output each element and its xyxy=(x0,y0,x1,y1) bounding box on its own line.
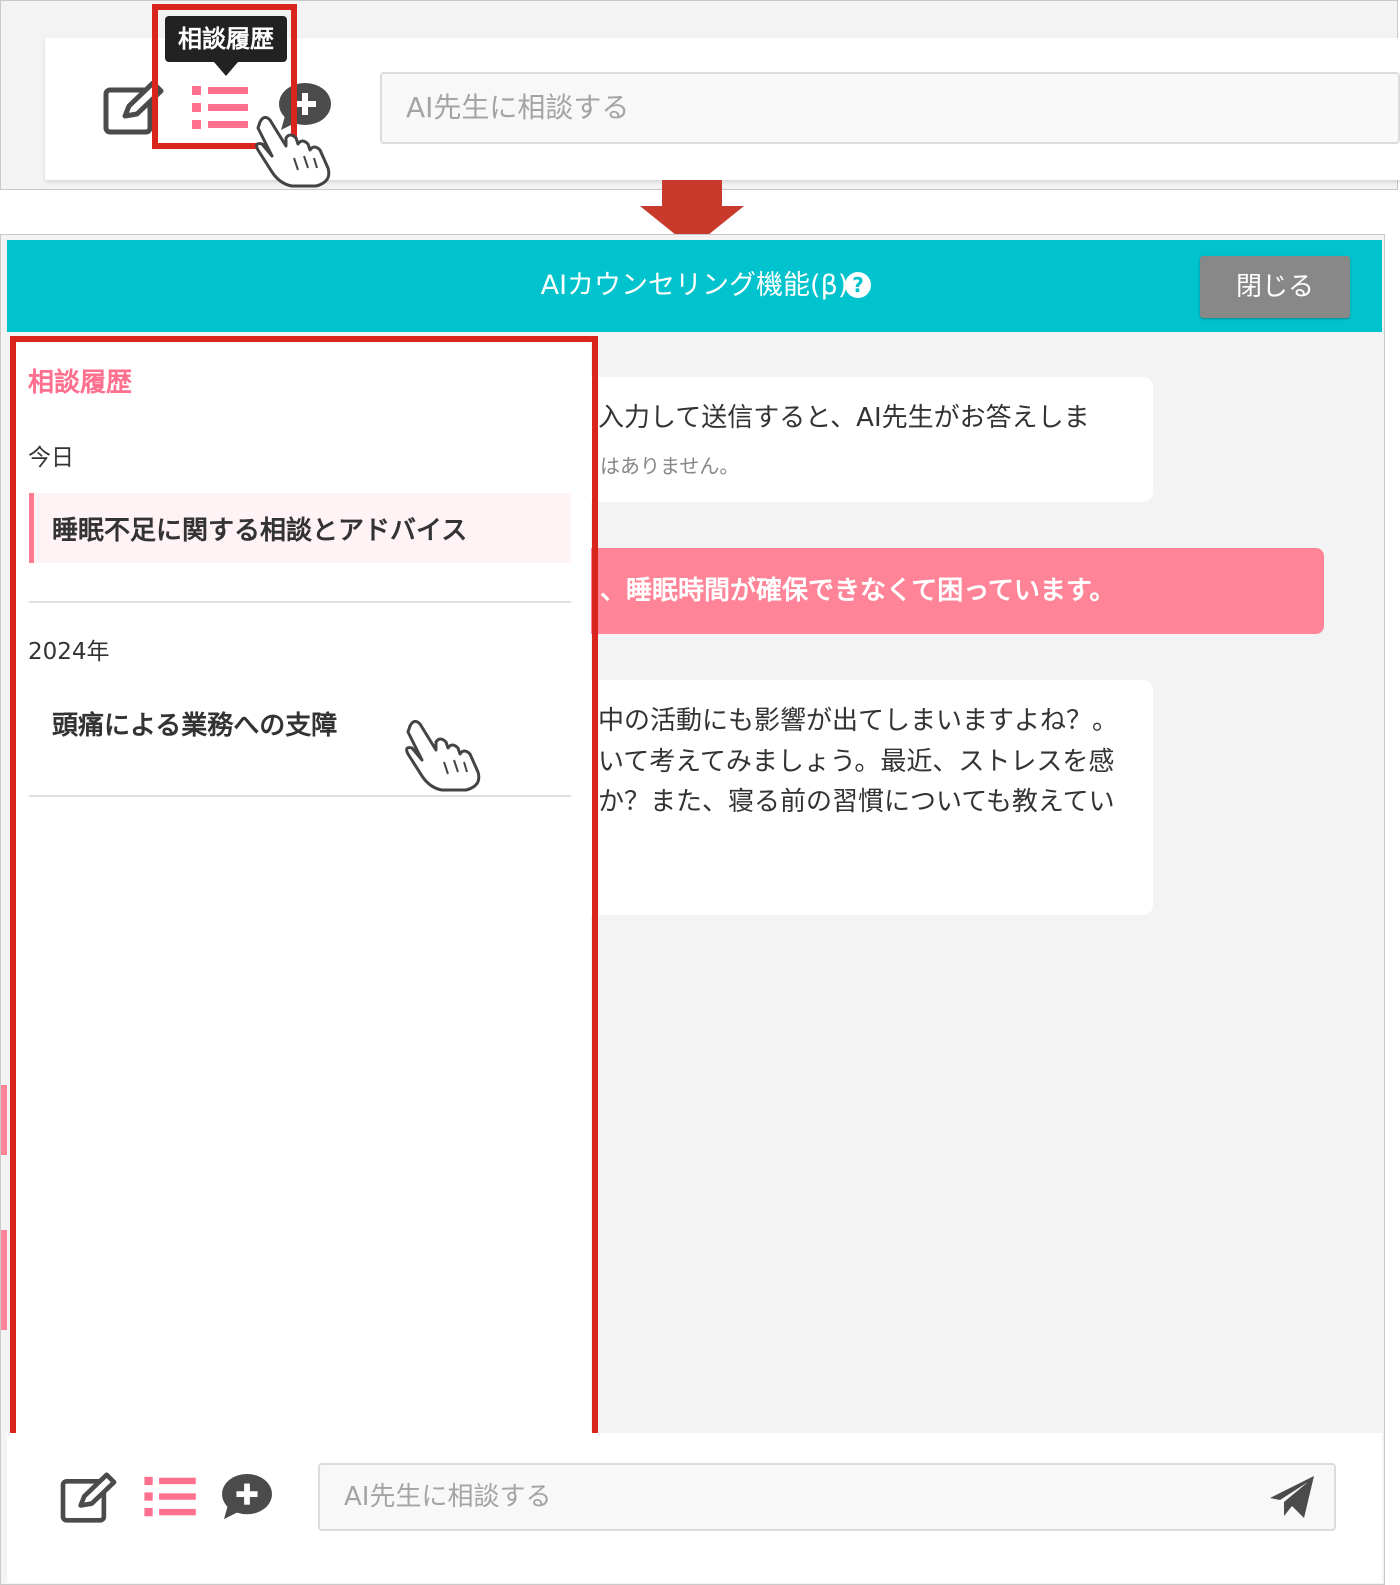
help-icon[interactable]: ? xyxy=(845,272,871,298)
top-chat-input[interactable]: AI先生に相談する xyxy=(380,72,1400,144)
history-list-icon[interactable] xyxy=(144,1475,198,1519)
ai-message-line: 中の活動にも影響が出てしまいますよね？。 xyxy=(598,706,1119,736)
pointer-hand-icon xyxy=(255,115,331,188)
ai-message-note: はありません。 xyxy=(600,454,740,478)
background-stripe xyxy=(1,1085,7,1155)
dialog-header: AIカウンセリング機能(β) xyxy=(7,240,1382,332)
chat-add-icon[interactable] xyxy=(220,1473,274,1521)
user-message-text: 、睡眠時間が確保できなくて困っています。 xyxy=(600,576,1116,606)
chat-input[interactable]: AI先生に相談する xyxy=(318,1463,1336,1531)
ai-message-text: 入力して送信すると、AI先生がお答えしま xyxy=(598,403,1090,433)
background-stripe xyxy=(1,1230,7,1330)
ai-message-line: いて考えてみましょう。最近、ストレスを感 xyxy=(598,747,1115,777)
transition-arrow xyxy=(662,180,722,208)
new-chat-icon[interactable] xyxy=(60,1472,118,1524)
ai-message-line: か？また、寝る前の習慣についても教えてい xyxy=(598,787,1115,817)
dialog-title: AIカウンセリング機能(β) xyxy=(540,270,849,301)
send-icon[interactable] xyxy=(1268,1474,1316,1520)
ai-message-bubble xyxy=(560,377,1153,502)
highlight-frame xyxy=(10,336,598,1440)
close-button[interactable]: 閉じる xyxy=(1200,256,1350,318)
